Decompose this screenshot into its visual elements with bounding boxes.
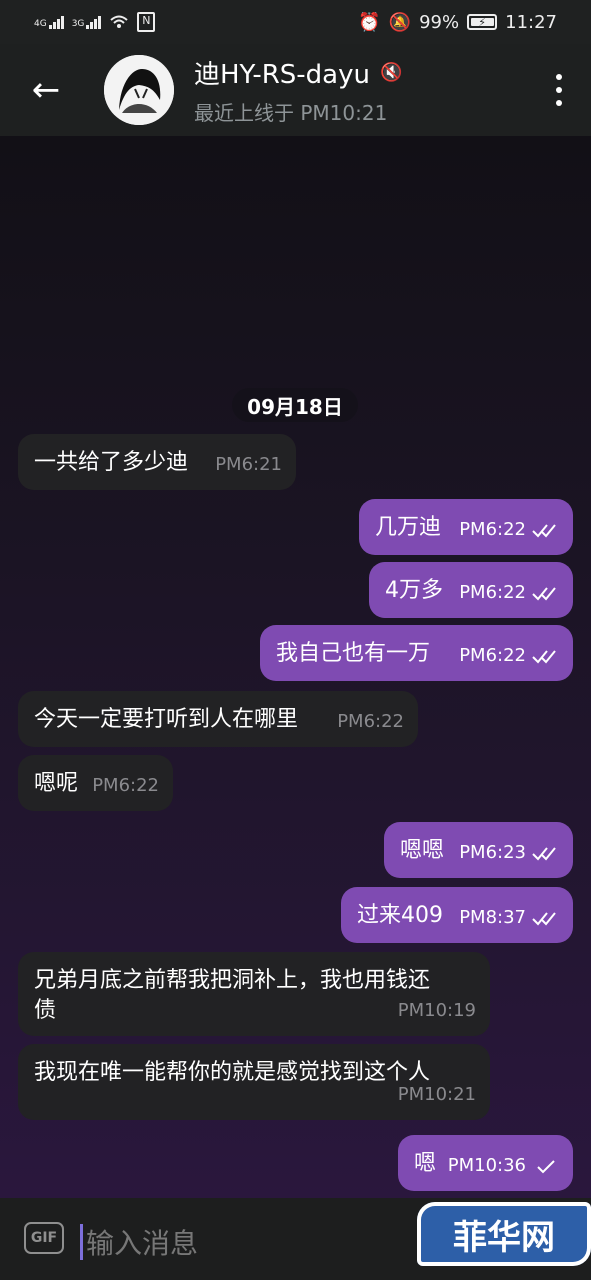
avatar[interactable] [104,55,174,125]
message-meta: PM6:21 [215,450,282,480]
message-meta: PM6:22 [459,515,559,545]
message-time: PM10:19 [397,1000,476,1021]
nfc-icon: N [137,12,156,32]
message-meta: PM6:22 [92,771,159,801]
message-time: PM10:36 [447,1155,526,1176]
status-time: 11:27 [505,11,557,33]
message-meta: PM8:37 [459,903,559,933]
chat-name: 迪HY-RS-dayu [194,60,370,90]
message-bubble-outgoing[interactable]: 嗯 PM10:36 [398,1135,573,1191]
gif-button[interactable]: GIF [24,1222,64,1254]
mute-icon: 🔇 [379,62,403,83]
network-type-label: 4G [34,18,47,29]
message-bubble-outgoing[interactable]: 我自己也有一万 PM6:22 [260,625,573,681]
message-bubble-outgoing[interactable]: 几万迪 PM6:22 [359,499,573,555]
message-input[interactable] [84,1222,368,1264]
message-time: PM10:21 [397,1084,476,1105]
message-text: 过来409 [357,903,443,928]
message-text: 嗯嗯 [400,838,445,863]
battery-percent: 99% [419,11,460,33]
message-meta: PM10:36 [448,1151,559,1181]
network-indicator-2: 3G [71,15,102,29]
message-text: 我现在唯一能帮你的就是感觉找到这个人 [34,1060,431,1085]
battery-icon: ⚡ [467,14,498,30]
message-time: PM6:22 [92,775,159,796]
text-cursor [80,1224,83,1260]
message-text: 我自己也有一万 [276,641,431,666]
message-bubble-incoming[interactable]: 兄弟月底之前帮我把洞补上，我也用钱还 债 PM10:19 [18,952,490,1036]
double-check-icon [532,524,556,538]
message-bubble-outgoing[interactable]: 过来409 PM8:37 [341,887,573,943]
wifi-icon [110,15,129,28]
message-text: 今天一定要打听到人在哪里 [34,707,299,732]
chat-title: 迪HY-RS-dayu 🔇 [194,54,402,91]
message-meta: PM6:23 [459,838,559,868]
message-bubble-incoming[interactable]: 今天一定要打听到人在哪里 PM6:22 [18,691,418,747]
message-time: PM6:23 [459,842,526,863]
dot-icon [556,87,562,93]
network-indicator-1: 4G [34,15,64,29]
status-bar: 4G 3G N ⏰ 🔕 99% ⚡ 11:27 [0,0,591,44]
status-right: ⏰ 🔕 99% ⚡ 11:27 [358,12,557,33]
message-meta: PM6:22 [459,641,559,671]
message-text: 一共给了多少迪 [34,450,189,475]
double-check-icon [532,587,556,601]
dot-icon [556,100,562,106]
composer-bar: GIF 菲华网 [0,1198,591,1280]
signal-icon [48,15,64,29]
last-seen: 最近上线于 PM10:21 [194,101,388,125]
message-time: PM8:37 [459,907,526,928]
dot-icon [556,74,562,80]
message-meta: PM6:22 [459,578,559,608]
chat-info: 迪HY-RS-dayu 🔇 最近上线于 PM10:21 [194,54,402,126]
mute-icon: 🔕 [388,11,412,33]
message-bubble-outgoing[interactable]: 嗯嗯 PM6:23 [384,822,573,878]
check-icon [537,1160,555,1174]
more-options-button[interactable] [547,74,571,106]
message-time: PM6:22 [459,582,526,603]
double-check-icon [532,912,556,926]
status-left: 4G 3G N [34,12,156,32]
watermark-logo: 菲华网 [417,1202,591,1266]
arrow-left-icon: ← [31,70,61,110]
message-text: 嗯呢 [34,771,79,796]
back-button[interactable]: ← [0,44,92,136]
message-meta: PM6:22 [337,707,404,737]
message-bubble-incoming[interactable]: 一共给了多少迪 PM6:21 [18,434,296,490]
message-time: PM6:22 [459,519,526,540]
double-check-icon [532,847,556,861]
message-time: PM6:22 [337,711,404,732]
message-bubble-incoming[interactable]: 嗯呢 PM6:22 [18,755,173,811]
chat-header: ← 迪HY-RS-dayu 🔇 最近上线于 PM10:21 [0,44,591,136]
message-meta: PM10:21 [398,1080,476,1110]
network-type-label: 3G [71,18,85,29]
double-check-icon [532,650,556,664]
date-separator: 09月18日 [232,388,358,422]
signal-icon [86,15,102,29]
alarm-icon: ⏰ [358,11,381,33]
message-bubble-outgoing[interactable]: 4万多 PM6:22 [369,562,573,618]
avatar-image [104,55,174,125]
message-text: 4万多 [385,578,443,603]
message-text: 几万迪 [375,515,442,540]
message-time: PM6:22 [459,645,526,666]
message-bubble-incoming[interactable]: 我现在唯一能帮你的就是感觉找到这个人 PM10:21 [18,1044,490,1120]
message-text: 兄弟月底之前帮我把洞补上，我也用钱还 债 [34,968,431,1023]
message-text: 嗯 [414,1151,437,1176]
message-meta: PM10:19 [398,996,476,1026]
message-time: PM6:21 [215,454,282,475]
